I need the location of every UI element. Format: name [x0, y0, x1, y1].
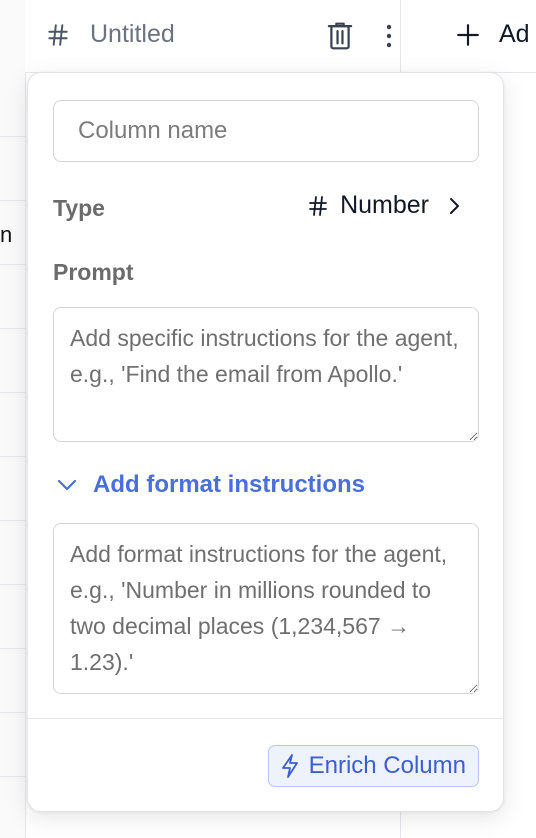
type-value: Number	[340, 191, 429, 219]
type-selector[interactable]: Number	[306, 191, 467, 220]
footer-divider	[28, 718, 503, 719]
type-label: Type	[53, 195, 105, 221]
row-divider	[0, 392, 25, 393]
format-toggle-label: Add format instructions	[93, 471, 366, 498]
row-divider	[0, 776, 25, 777]
row-divider	[0, 136, 25, 137]
more-vertical-icon[interactable]	[377, 20, 401, 52]
add-column-label: Ad	[499, 20, 530, 48]
format-instructions-toggle[interactable]: Add format instructions	[55, 471, 365, 499]
column-header[interactable]: Untitled	[25, 0, 425, 72]
row-divider	[0, 712, 25, 713]
row-divider	[0, 200, 25, 201]
chevron-down-icon	[57, 479, 77, 491]
row-divider	[0, 456, 25, 457]
add-column-button[interactable]: Ad	[455, 20, 530, 49]
enrich-button-label: Enrich Column	[308, 752, 466, 779]
lightning-icon	[281, 754, 298, 778]
column-name-input[interactable]	[53, 100, 479, 162]
column-title: Untitled	[90, 20, 175, 48]
chevron-right-icon	[450, 197, 459, 214]
prompt-textarea[interactable]	[53, 307, 479, 442]
plus-icon	[457, 23, 479, 46]
row-divider	[0, 648, 25, 649]
column-settings-popover: Type Number Prompt Add format instructio…	[27, 72, 504, 812]
enrich-column-button[interactable]: Enrich Column	[267, 745, 479, 787]
trash-icon[interactable]	[325, 20, 355, 52]
hash-icon	[309, 195, 327, 216]
row-divider	[0, 264, 25, 265]
row-divider	[0, 520, 25, 521]
format-instructions-textarea[interactable]	[53, 523, 479, 694]
cell-text-fragment: n	[0, 222, 13, 247]
row-divider	[0, 584, 25, 585]
column-header-bar: Untitled Ad	[25, 0, 536, 73]
row-divider	[0, 328, 25, 329]
left-column-strip: n	[0, 0, 26, 838]
hash-icon	[48, 24, 68, 46]
prompt-label: Prompt	[53, 259, 134, 285]
